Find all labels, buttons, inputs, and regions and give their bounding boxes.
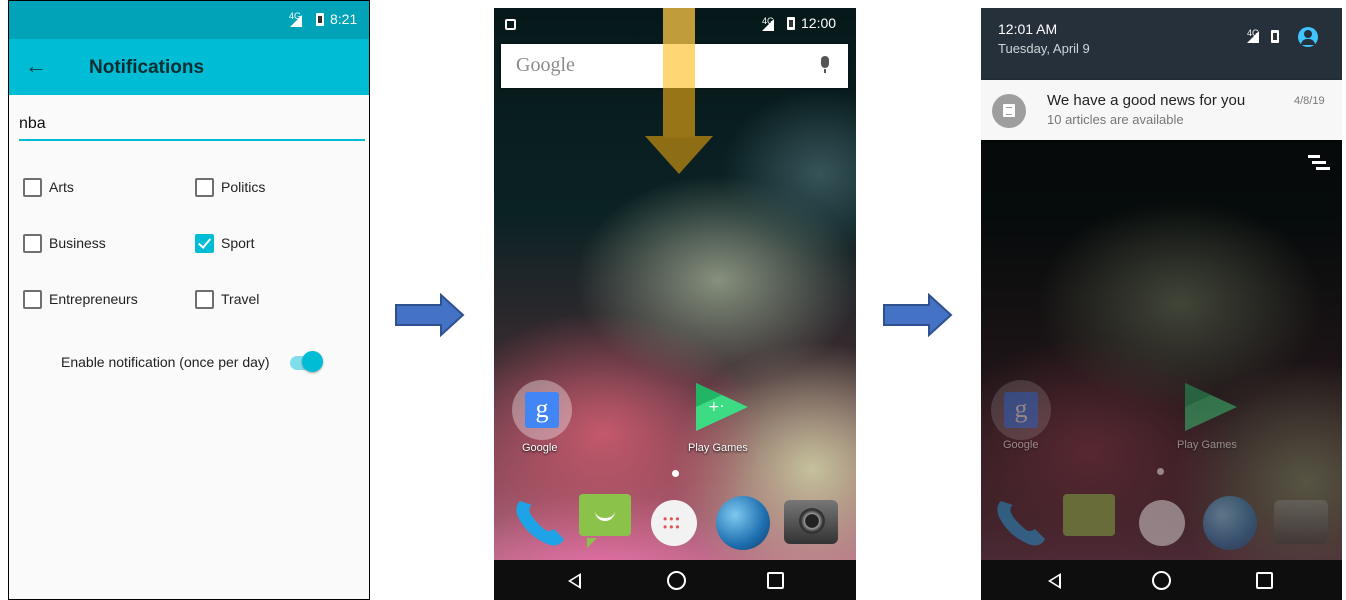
recents-nav-icon[interactable] — [767, 572, 784, 589]
app-label-play-games: Play Games — [1177, 439, 1237, 451]
camera-icon[interactable] — [784, 500, 838, 544]
toggle-label: Enable notification (once per day) — [61, 354, 270, 370]
checkbox-entrepreneurs[interactable] — [23, 290, 42, 309]
checkbox-label: Travel — [221, 291, 260, 307]
flow-arrow-icon — [395, 293, 465, 337]
google-search-icon[interactable]: g — [512, 380, 572, 440]
app-drawer-icon[interactable]: ••• ••• — [651, 500, 697, 546]
checkbox-label: Sport — [221, 235, 255, 251]
battery-icon — [316, 13, 324, 26]
messaging-icon — [1063, 494, 1115, 536]
notification-text: 10 articles are available — [1047, 112, 1184, 127]
google-search-icon: g — [991, 380, 1051, 440]
play-games-icon — [1185, 383, 1237, 431]
app-drawer-icon — [1139, 500, 1185, 546]
swipe-arrow-head — [645, 136, 713, 174]
search-input[interactable]: nba — [19, 113, 365, 141]
home-screen: 4G 12:00 Google g Google +· Play Games •… — [494, 8, 856, 600]
checkbox-sport[interactable] — [195, 234, 214, 253]
news-app-icon — [505, 19, 516, 30]
arrow-back-icon[interactable]: ← — [25, 53, 47, 79]
swipe-arrow-shaft — [663, 88, 695, 138]
battery-icon — [1271, 30, 1279, 43]
notification-shade-screen: 12:01 AM Tuesday, April 9 4G We have a g… — [981, 8, 1342, 600]
page-indicator — [1157, 468, 1164, 475]
phone-icon — [997, 501, 1045, 546]
camera-icon — [1274, 500, 1328, 544]
back-nav-icon[interactable] — [1048, 573, 1061, 589]
signal-icon — [290, 15, 302, 27]
signal-icon — [762, 19, 774, 31]
checkbox-label: Business — [49, 235, 106, 251]
recents-nav-icon[interactable] — [1256, 572, 1273, 589]
app-label-google: Google — [1003, 439, 1039, 451]
status-bar: 4G 8:21 — [9, 1, 369, 39]
navigation-bar — [494, 560, 856, 600]
status-time: 12:00 — [801, 15, 837, 31]
flow-arrow-icon — [883, 293, 953, 337]
date: Tuesday, April 9 — [998, 41, 1090, 56]
checkbox-arts[interactable] — [23, 178, 42, 197]
app-label-play-games: Play Games — [688, 442, 748, 454]
battery-icon — [787, 17, 795, 30]
checkbox-business[interactable] — [23, 234, 42, 253]
svg-text:+·: +· — [708, 399, 724, 415]
navigation-bar — [981, 560, 1342, 600]
home-nav-icon[interactable] — [667, 571, 686, 590]
checkbox-label: Politics — [221, 179, 266, 195]
search-brand: Google — [516, 54, 575, 76]
notification-title: We have a good news for you — [1047, 92, 1246, 109]
shade-header: 12:01 AM Tuesday, April 9 4G — [981, 8, 1342, 80]
back-nav-icon[interactable] — [568, 573, 581, 589]
phone-icon[interactable] — [510, 493, 566, 549]
signal-icon — [1247, 31, 1259, 43]
settings-screen: 4G 8:21 ← Notifications nba Arts Politic… — [8, 0, 370, 600]
home-nav-icon[interactable] — [1152, 571, 1171, 590]
news-notification-icon — [992, 94, 1026, 128]
status-time: 8:21 — [330, 11, 358, 27]
checkbox-label: Arts — [49, 179, 74, 195]
notification-date: 4/8/19 — [1294, 95, 1325, 107]
play-games-icon[interactable]: +· — [692, 381, 750, 433]
browser-icon — [1203, 496, 1257, 550]
mic-icon[interactable] — [821, 56, 829, 73]
checkbox-label: Entrepreneurs — [49, 291, 138, 307]
checkbox-travel[interactable] — [195, 290, 214, 309]
search-value: nba — [19, 115, 46, 132]
clock: 12:01 AM — [998, 21, 1058, 37]
messaging-icon[interactable] — [579, 494, 631, 548]
page-indicator — [672, 470, 679, 477]
user-avatar-icon[interactable] — [1298, 27, 1318, 47]
toggle-thumb[interactable] — [302, 351, 323, 372]
notification-card[interactable]: We have a good news for you 10 articles … — [981, 80, 1342, 140]
app-label-google: Google — [522, 442, 558, 454]
browser-icon[interactable] — [716, 496, 770, 550]
clear-all-icon[interactable] — [1308, 155, 1330, 175]
page-title: Notifications — [89, 57, 205, 78]
checkbox-politics[interactable] — [195, 178, 214, 197]
